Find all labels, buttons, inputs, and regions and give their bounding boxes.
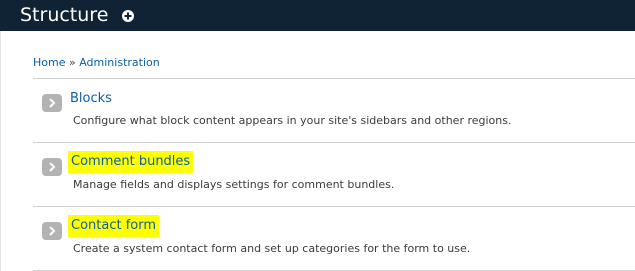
item-title-blocks[interactable]: Blocks: [70, 91, 112, 107]
add-shortcut-icon[interactable]: [122, 10, 134, 22]
list-item-blocks: Blocks Configure what block content appe…: [33, 79, 635, 143]
breadcrumb-separator: »: [68, 56, 76, 69]
page-header: Structure: [0, 0, 635, 31]
item-title-comment-bundles[interactable]: Comment bundles: [68, 151, 194, 173]
chevron-right-icon[interactable]: [42, 158, 62, 176]
item-title-contact-form[interactable]: Contact form: [68, 215, 160, 237]
admin-list: Blocks Configure what block content appe…: [33, 78, 635, 271]
list-item-contact-form: Contact form Create a system contact for…: [33, 207, 635, 271]
item-description: Configure what block content appears in …: [73, 114, 512, 127]
chevron-right-icon[interactable]: [42, 222, 62, 240]
list-item-comment-bundles: Comment bundles Manage fields and displa…: [33, 143, 635, 207]
breadcrumb-home-link[interactable]: Home: [33, 56, 65, 69]
breadcrumb-administration-link[interactable]: Administration: [79, 56, 160, 69]
breadcrumb: Home » Administration: [33, 56, 160, 70]
chevron-right-icon[interactable]: [42, 94, 62, 112]
page-title: Structure: [20, 4, 109, 26]
item-description: Create a system contact form and set up …: [73, 242, 471, 255]
item-description: Manage fields and displays settings for …: [73, 178, 395, 191]
